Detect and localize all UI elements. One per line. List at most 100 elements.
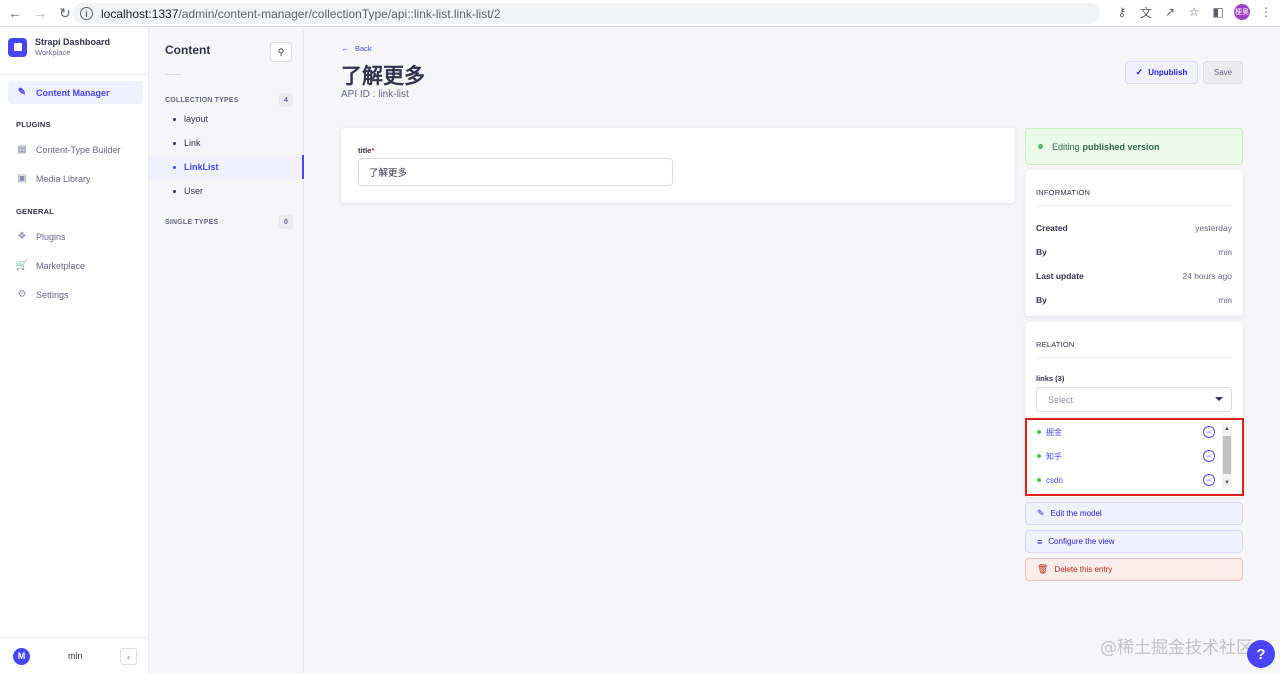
nav-label: Settings	[36, 289, 69, 300]
section-general: GENERAL	[16, 207, 55, 216]
search-icon: ⚲	[277, 46, 285, 57]
nav-plugins[interactable]: ❖ Plugins	[8, 225, 143, 248]
sidepanel-icon[interactable]: ◧	[1210, 4, 1226, 20]
nav-settings[interactable]: ⚙ Settings	[8, 283, 143, 306]
bullet	[173, 141, 176, 145]
divider	[1036, 205, 1232, 206]
nav-label: Media Library	[36, 173, 91, 184]
title-input[interactable]: 了解更多	[358, 158, 673, 186]
scroll-up-icon[interactable]: ▲	[1223, 425, 1231, 433]
strapi-logo-icon	[8, 37, 27, 57]
subnav-item-user[interactable]: User	[149, 179, 304, 203]
brand-title: Strapi Dashboard	[35, 37, 111, 47]
subnav-item-link[interactable]: Link	[149, 131, 304, 155]
info-value: min	[1218, 295, 1232, 305]
subnav-item-label: User	[184, 186, 204, 196]
site-info-icon[interactable]: i	[80, 7, 93, 20]
information-card: INFORMATION Created yesterday By min Las…	[1025, 170, 1243, 316]
published-dot	[1037, 478, 1041, 482]
nav-label: Marketplace	[36, 260, 86, 271]
check-icon: ✓	[1135, 67, 1144, 77]
back-arrow-icon[interactable]: ←	[4, 2, 26, 24]
divider	[0, 74, 149, 75]
save-button[interactable]: Save	[1203, 61, 1243, 84]
nav-content-manager[interactable]: ✎ Content Manager	[8, 81, 143, 104]
address-bar[interactable]: i localhost:1337/admin/content-manager/c…	[72, 3, 1100, 24]
subnav-item-layout[interactable]: layout	[149, 107, 304, 131]
info-row-last-update: Last update 24 hours ago	[1036, 271, 1232, 281]
info-row-updated-by: By min	[1036, 295, 1232, 305]
remove-icon[interactable]: −	[1203, 426, 1215, 438]
star-icon[interactable]: ☆	[1186, 4, 1202, 20]
relation-list: 掘金 − 知乎 − csdn − ▲ ▼	[1025, 418, 1244, 496]
url-path: /admin/content-manager/collectionType/ap…	[178, 6, 501, 21]
trash-icon: 🗑	[1037, 564, 1049, 574]
status-dot	[1038, 144, 1043, 149]
section-plugins: PLUGINS	[16, 120, 51, 129]
nav-content-type-builder[interactable]: ▦ Content-Type Builder	[8, 138, 143, 161]
configure-view-label: Configure the view	[1048, 537, 1115, 546]
remove-icon[interactable]: −	[1203, 450, 1215, 462]
share-icon[interactable]: ↗	[1162, 4, 1178, 20]
puzzle-icon: ❖	[17, 231, 27, 242]
browser-toolbar: ← → ↻ i localhost:1337/admin/content-man…	[0, 0, 1280, 27]
forward-arrow-icon[interactable]: →	[29, 2, 51, 24]
nav-media-library[interactable]: ▣ Media Library	[8, 167, 143, 190]
translate-icon[interactable]: 文	[1138, 4, 1154, 20]
title-label-text: title	[358, 146, 372, 155]
profile-avatar[interactable]: 梗奥	[1234, 4, 1250, 20]
search-button[interactable]: ⚲	[270, 42, 292, 62]
nav-marketplace[interactable]: 🛒 Marketplace	[8, 254, 143, 277]
relation-item-label: 掘金	[1046, 427, 1062, 437]
image-icon: ▣	[17, 173, 27, 184]
published-dot	[1037, 430, 1041, 434]
nav-label: Content Manager	[36, 87, 110, 98]
subnav-item-linklist[interactable]: LinkList	[149, 155, 304, 179]
arrow-left-icon: ←	[341, 43, 350, 53]
configure-view-button[interactable]: ≡ Configure the view	[1025, 530, 1243, 553]
caret-down-icon	[1215, 397, 1223, 401]
divider	[165, 74, 181, 75]
subnav-item-label: LinkList	[184, 162, 219, 172]
bullet	[173, 189, 176, 193]
edit-model-button[interactable]: ✎ Edit the model	[1025, 502, 1243, 525]
avatar[interactable]: M	[13, 647, 30, 665]
delete-entry-button[interactable]: 🗑 Delete this entry	[1025, 558, 1243, 581]
nav-label: Plugins	[36, 231, 66, 242]
collapse-nav-button[interactable]: ‹	[120, 648, 137, 665]
scrollbar[interactable]: ▲ ▼	[1222, 424, 1232, 488]
page-title: 了解更多	[341, 65, 425, 88]
user-name[interactable]: min	[68, 651, 83, 661]
single-types-count: 0	[279, 215, 293, 229]
more-menu-icon[interactable]: ⋮	[1258, 4, 1274, 20]
back-label: Back	[355, 43, 372, 53]
key-icon[interactable]: ⚷	[1114, 4, 1130, 20]
single-types-header: SINGLE TYPES	[165, 219, 219, 226]
info-row-created-by: By min	[1036, 247, 1232, 257]
relation-select[interactable]: Select	[1036, 387, 1232, 412]
unpublish-button[interactable]: ✓ Unpublish	[1125, 61, 1198, 84]
divider	[1036, 357, 1232, 358]
info-key: By	[1036, 247, 1047, 257]
subnav-title: Content	[165, 43, 211, 57]
api-id: API ID : link-list	[341, 89, 409, 100]
bullet	[173, 117, 176, 121]
info-value: 24 hours ago	[1182, 271, 1232, 281]
delete-entry-label: Delete this entry	[1054, 565, 1113, 574]
relation-item-label: 知乎	[1046, 451, 1062, 461]
remove-icon[interactable]: −	[1203, 474, 1215, 486]
relation-item[interactable]: 知乎 −	[1037, 449, 1227, 463]
back-link[interactable]: ← Back	[341, 43, 372, 53]
brand: Strapi Dashboard Workplace	[8, 37, 110, 57]
relation-item[interactable]: csdn −	[1037, 473, 1227, 487]
edit-form-card: title* 了解更多	[341, 128, 1015, 203]
scrollbar-thumb[interactable]	[1223, 436, 1231, 474]
scroll-down-icon[interactable]: ▼	[1223, 479, 1231, 487]
subnav-item-label: Link	[184, 138, 201, 148]
info-key: Last update	[1036, 271, 1084, 281]
help-button[interactable]: ?	[1247, 640, 1275, 668]
information-header: INFORMATION	[1036, 188, 1091, 197]
relation-header: RELATION	[1036, 340, 1075, 349]
select-placeholder: Select	[1048, 394, 1074, 405]
relation-item[interactable]: 掘金 −	[1037, 425, 1227, 439]
